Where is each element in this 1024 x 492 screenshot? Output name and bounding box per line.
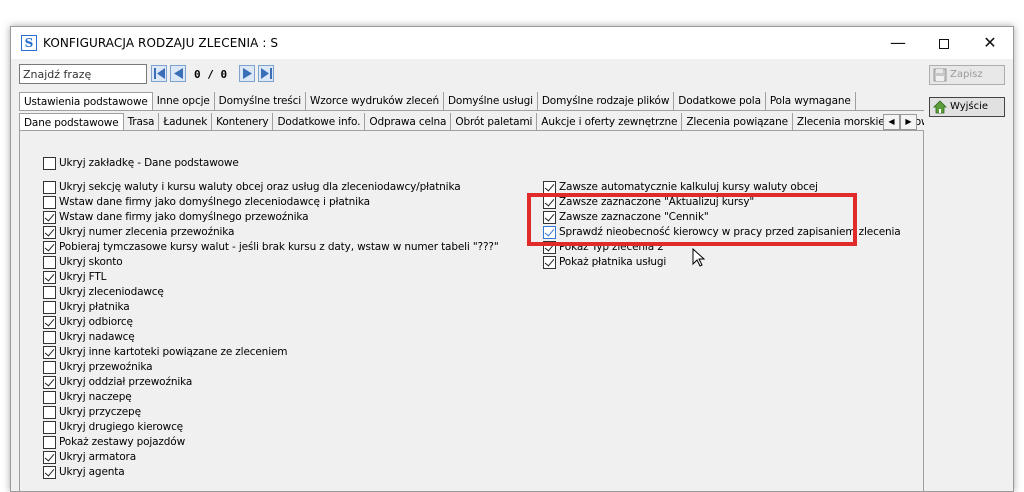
checkbox[interactable] xyxy=(43,331,56,344)
prev-record-button[interactable] xyxy=(170,65,186,82)
search-input[interactable] xyxy=(19,64,147,84)
title-bar[interactable]: S KONFIGURACJA RODZAJU ZLECENIA : S — ✕ xyxy=(11,27,1013,59)
option-label: Ukryj zleceniodawcę xyxy=(59,286,164,298)
sub-tab-strip: Dane podstawowe Trasa Ładunek Kontenery … xyxy=(19,113,924,131)
tab-ustawienia-podstawowe[interactable]: Ustawienia podstawowe xyxy=(19,92,153,110)
tab-scroll-arrows: ◀ ▶ xyxy=(883,114,917,130)
first-record-icon xyxy=(154,68,165,79)
red-highlight-box xyxy=(527,193,857,246)
option-label: Ukryj sekcję waluty i kursu waluty obcej… xyxy=(59,181,461,193)
last-record-button[interactable] xyxy=(258,65,274,82)
option-label: Ukryj drugiego kierowcę xyxy=(59,421,183,433)
option-label: Ukryj naczepę xyxy=(59,391,132,403)
save-button[interactable]: Zapisz xyxy=(929,65,1005,85)
exit-button[interactable]: Wyjście xyxy=(929,97,1005,117)
checkbox[interactable] xyxy=(43,286,56,299)
checkbox[interactable] xyxy=(43,466,56,479)
record-counter: 0 / 0 xyxy=(194,68,228,81)
option-label: Ukryj numer zlecenia przewoźnika xyxy=(59,226,235,238)
app-logo-icon: S xyxy=(21,35,37,51)
option-label: Ukryj zakładkę - Dane podstawowe xyxy=(59,157,239,169)
checkbox[interactable] xyxy=(43,241,56,254)
checkbox[interactable] xyxy=(43,316,56,329)
checkbox[interactable] xyxy=(43,157,56,170)
exit-label: Wyjście xyxy=(950,101,989,112)
option-label: Ukryj nadawcę xyxy=(59,331,135,343)
tab-divider xyxy=(19,110,924,111)
checkbox[interactable] xyxy=(43,391,56,404)
checkbox[interactable] xyxy=(43,196,56,209)
tab-scroll-left-button[interactable]: ◀ xyxy=(883,114,900,130)
option-label: Ukryj skonto xyxy=(59,256,123,268)
option-label: Ukryj odbiorcę xyxy=(59,316,133,328)
option-label: Ukryj FTL xyxy=(59,271,107,283)
main-tab-strip: Ustawienia podstawowe Inne opcje Domyśln… xyxy=(19,92,924,110)
tab-dodatkowe-pola[interactable]: Dodatkowe pola xyxy=(674,92,766,110)
first-record-button[interactable] xyxy=(151,65,167,82)
option-label: Wstaw dane firmy jako domyślnego przewoź… xyxy=(59,211,309,223)
option-label: Pobieraj tymczasowe kursy walut - jeśli … xyxy=(59,241,499,253)
checkbox[interactable] xyxy=(43,301,56,314)
save-label: Zapisz xyxy=(950,69,983,80)
tab-trasa[interactable]: Trasa xyxy=(124,113,160,131)
prev-record-icon xyxy=(174,68,183,79)
tab-domyslne-rodzaje-plikow[interactable]: Domyślne rodzaje plików xyxy=(538,92,675,110)
checkbox[interactable] xyxy=(43,211,56,224)
option-label: Pokaż płatnika usługi xyxy=(559,256,667,268)
option-label: Ukryj płatnika xyxy=(59,301,130,313)
option-label: Pokaż zestawy pojazdów xyxy=(59,436,186,448)
last-record-icon xyxy=(261,68,272,79)
tab-zlecenia-powiazane[interactable]: Zlecenia powiązane xyxy=(682,113,793,131)
close-button[interactable]: ✕ xyxy=(967,27,1013,59)
option-label: Ukryj oddział przewoźnika xyxy=(59,376,193,388)
option-label: Ukryj inne kartoteki powiązane ze zlecen… xyxy=(59,346,288,358)
tab-scroll-right-button[interactable]: ▶ xyxy=(900,114,917,130)
mouse-cursor-icon xyxy=(692,248,705,267)
checkbox[interactable] xyxy=(543,256,556,269)
floppy-disk-icon xyxy=(933,68,947,82)
checkbox[interactable] xyxy=(43,181,56,194)
tab-kontenery[interactable]: Kontenery xyxy=(212,113,274,131)
tab-odprawa-celna[interactable]: Odprawa celna xyxy=(365,113,452,131)
tab-ladunek[interactable]: Ładunek xyxy=(159,113,213,131)
checkbox[interactable] xyxy=(43,421,56,434)
tab-wzorce-wydrukow[interactable]: Wzorce wydruków zleceń xyxy=(306,92,444,110)
config-window: S KONFIGURACJA RODZAJU ZLECENIA : S — ✕ … xyxy=(10,26,1014,492)
checkbox[interactable] xyxy=(43,256,56,269)
tab-inne-opcje[interactable]: Inne opcje xyxy=(153,92,215,110)
checkbox[interactable] xyxy=(43,361,56,374)
tab-dodatkowe-info[interactable]: Dodatkowe info. xyxy=(273,113,366,131)
checkbox[interactable] xyxy=(43,226,56,239)
maximize-icon xyxy=(939,38,949,49)
maximize-button[interactable] xyxy=(921,27,967,59)
checkbox[interactable] xyxy=(43,436,56,449)
checkbox[interactable] xyxy=(43,271,56,284)
checkbox[interactable] xyxy=(43,451,56,464)
tab-domyslne-tresci[interactable]: Domyślne treści xyxy=(215,92,307,110)
next-record-button[interactable] xyxy=(239,65,255,82)
window-title: KONFIGURACJA RODZAJU ZLECENIA : S xyxy=(43,36,279,50)
option-label: Wstaw dane firmy jako domyślnego zleceni… xyxy=(59,196,370,208)
tab-aukcje-oferty[interactable]: Aukcje i oferty zewnętrzne xyxy=(537,113,683,131)
minimize-button[interactable]: — xyxy=(875,27,921,59)
tab-pola-wymagane[interactable]: Pola wymagane xyxy=(766,92,856,110)
checkbox[interactable] xyxy=(43,376,56,389)
option-label: Ukryj przewoźnika xyxy=(59,361,153,373)
checkbox[interactable] xyxy=(43,406,56,419)
option-label: Ukryj przyczepę xyxy=(59,406,141,418)
option-label: Ukryj armatora xyxy=(59,451,136,463)
checkbox[interactable] xyxy=(43,346,56,359)
tab-obrot-paletami[interactable]: Obrót paletami xyxy=(451,113,538,131)
tab-dane-podstawowe[interactable]: Dane podstawowe xyxy=(19,113,124,131)
tab-domyslne-uslugi[interactable]: Domyślne usługi xyxy=(444,92,538,110)
home-exit-icon xyxy=(933,100,947,114)
option-label: Ukryj agenta xyxy=(59,466,125,478)
next-record-icon xyxy=(243,68,252,79)
